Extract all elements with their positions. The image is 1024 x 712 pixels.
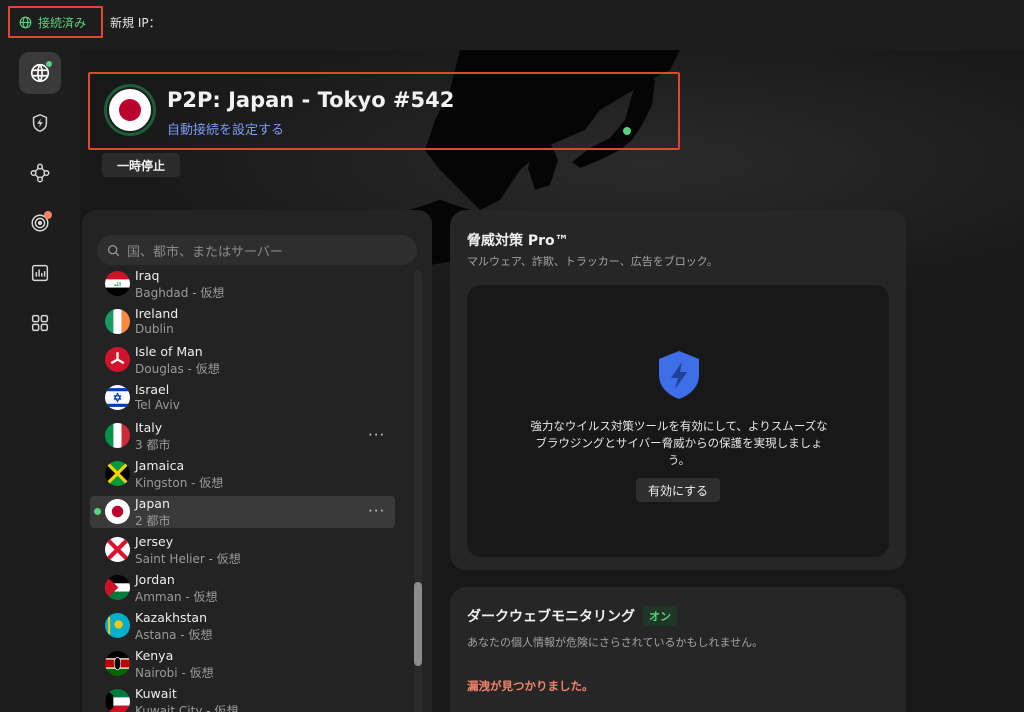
connected-server-title: P2P: Japan - Tokyo #542 bbox=[167, 88, 455, 112]
country-sub: Amman - 仮想 bbox=[135, 590, 218, 604]
country-name: Kenya bbox=[135, 648, 174, 663]
country-name: Jamaica bbox=[135, 458, 185, 473]
country-sub: Douglas - 仮想 bbox=[135, 362, 220, 376]
country-name: Jersey bbox=[135, 534, 174, 549]
italy-flag-icon bbox=[105, 423, 130, 448]
country-row-kenya[interactable]: Kenya Nairobi - 仮想 bbox=[90, 648, 395, 680]
sidebar-item-stats[interactable] bbox=[19, 252, 61, 294]
country-sub: Astana - 仮想 bbox=[135, 628, 213, 642]
country-sub: Tel Aviv bbox=[135, 398, 180, 412]
kuwait-flag-icon bbox=[105, 689, 130, 712]
country-sub: Nairobi - 仮想 bbox=[135, 666, 214, 680]
country-row-jamaica[interactable]: Jamaica Kingston - 仮想 bbox=[90, 458, 395, 490]
new-ip-display: 新規 IP： bbox=[110, 14, 161, 31]
country-sub: 3 都市 bbox=[135, 438, 171, 452]
status-badge: オン bbox=[643, 606, 677, 626]
country-row-jordan[interactable]: Jordan Amman - 仮想 bbox=[90, 572, 395, 604]
server-search-input[interactable]: 国、都市、またはサーバー bbox=[97, 235, 417, 265]
search-placeholder: 国、都市、またはサーバー bbox=[127, 244, 283, 260]
country-row-israel[interactable]: Israel Tel Aviv bbox=[90, 382, 395, 414]
country-sub: Baghdad - 仮想 bbox=[135, 286, 225, 300]
stats-icon bbox=[31, 264, 49, 282]
pause-button[interactable]: 一時停止 bbox=[102, 153, 180, 177]
country-name: Israel bbox=[135, 382, 170, 397]
new-ip-label: 新規 IP： bbox=[110, 16, 161, 30]
sidebar-item-apps[interactable] bbox=[19, 302, 61, 344]
sidebar-item-dark-web-monitor[interactable] bbox=[19, 202, 61, 244]
connection-status-chip[interactable]: 接続済み bbox=[8, 6, 103, 38]
meshnet-icon bbox=[30, 163, 50, 183]
japan-flag-icon bbox=[104, 84, 156, 136]
ireland-flag-icon bbox=[105, 309, 130, 334]
threat-protection-title: 脅威対策 Pro™ bbox=[467, 233, 569, 249]
sidebar-item-vpn[interactable] bbox=[19, 52, 61, 94]
search-icon bbox=[107, 244, 120, 256]
dark-web-monitor-header: ダークウェブモニタリング オン bbox=[467, 606, 677, 626]
country-name: Kuwait bbox=[135, 686, 177, 701]
dark-web-monitor-card[interactable]: ダークウェブモニタリング オン あなたの個人情報が危険にさらされているかもしれま… bbox=[450, 587, 906, 712]
sidebar-item-meshnet[interactable] bbox=[19, 152, 61, 194]
connected-server-card: P2P: Japan - Tokyo #542 自動接続を設定する bbox=[88, 72, 680, 150]
svg-text:الله: الله bbox=[114, 282, 122, 288]
connected-badge bbox=[45, 60, 53, 68]
country-sub: 2 都市 bbox=[135, 514, 171, 528]
shield-bolt-icon bbox=[659, 351, 699, 399]
jersey-flag-icon bbox=[105, 537, 130, 562]
threat-protection-card: 脅威対策 Pro™ マルウェア、詐欺、トラッカー、広告をブロック。 強力なウイル… bbox=[450, 210, 906, 570]
threat-protection-promo: 強力なウイルス対策ツールを有効にして、よりスムーズなブラウジングとサイバー脅威か… bbox=[467, 285, 889, 557]
country-row-kuwait[interactable]: Kuwait Kuwait City - 仮想 bbox=[90, 686, 395, 712]
threat-protection-description: マルウェア、詐欺、トラッカー、広告をブロック。 bbox=[467, 255, 718, 268]
kazakhstan-flag-icon bbox=[105, 613, 130, 638]
country-name: Isle of Man bbox=[135, 344, 203, 359]
apps-grid-icon bbox=[31, 314, 49, 332]
connection-status-text: 接続済み bbox=[38, 15, 87, 30]
israel-flag-icon bbox=[105, 385, 130, 410]
country-sub: Kuwait City - 仮想 bbox=[135, 704, 239, 712]
more-options-icon[interactable]: ··· bbox=[368, 502, 385, 520]
country-row-isle-of-man[interactable]: Isle of Man Douglas - 仮想 bbox=[90, 344, 395, 376]
shield-bolt-icon bbox=[32, 113, 48, 133]
country-name: Japan bbox=[135, 496, 170, 511]
list-scrollbar-thumb[interactable] bbox=[414, 582, 422, 666]
country-sub: Kingston - 仮想 bbox=[135, 476, 224, 490]
kenya-flag-icon bbox=[105, 651, 130, 676]
country-name: Kazakhstan bbox=[135, 610, 208, 625]
alert-badge bbox=[44, 211, 52, 219]
enable-threat-protection-button[interactable]: 有効にする bbox=[636, 478, 720, 502]
top-bar: 接続済み 新規 IP： bbox=[0, 0, 1024, 50]
more-options-icon[interactable]: ··· bbox=[368, 426, 385, 444]
country-name: Jordan bbox=[135, 572, 175, 587]
threat-protection-body: 強力なウイルス対策ツールを有効にして、よりスムーズなブラウジングとサイバー脅威か… bbox=[530, 419, 828, 467]
dark-web-monitor-description: あなたの個人情報が危険にさらされているかもしれません。 bbox=[467, 636, 764, 649]
dark-web-monitor-title: ダークウェブモニタリング bbox=[467, 609, 635, 625]
server-list-panel: 国、都市、またはサーバー الله Iraq Baghdad - 仮想 Irel… bbox=[82, 210, 432, 712]
country-name: Italy bbox=[135, 420, 163, 435]
country-list: الله Iraq Baghdad - 仮想 Ireland Dublin Is bbox=[82, 265, 422, 712]
country-row-jersey[interactable]: Jersey Saint Helier - 仮想 bbox=[90, 534, 395, 566]
country-sub: Dublin bbox=[135, 322, 174, 336]
japan-flag-icon bbox=[105, 499, 130, 524]
globe-icon bbox=[19, 16, 32, 28]
sidebar-item-threat-protection[interactable] bbox=[19, 102, 61, 144]
connected-indicator bbox=[94, 508, 101, 515]
breach-alert-text: 漏洩が見つかりました。 bbox=[467, 679, 594, 693]
country-row-kazakhstan[interactable]: Kazakhstan Astana - 仮想 bbox=[90, 610, 395, 642]
jamaica-flag-icon bbox=[105, 461, 130, 486]
country-row-ireland[interactable]: Ireland Dublin bbox=[90, 306, 395, 338]
country-sub: Saint Helier - 仮想 bbox=[135, 552, 241, 566]
country-name: Ireland bbox=[135, 306, 179, 321]
country-row-italy[interactable]: Italy 3 都市 ··· bbox=[90, 420, 395, 452]
sidebar bbox=[0, 50, 80, 712]
isle-of-man-flag-icon bbox=[105, 347, 130, 372]
iraq-flag-icon: الله bbox=[105, 271, 130, 296]
country-name: Iraq bbox=[135, 268, 160, 283]
country-row-japan[interactable]: Japan 2 都市 ··· bbox=[90, 496, 395, 528]
country-row-iraq[interactable]: الله Iraq Baghdad - 仮想 bbox=[90, 268, 395, 300]
autoconnect-link[interactable]: 自動接続を設定する bbox=[167, 119, 284, 138]
jordan-flag-icon bbox=[105, 575, 130, 600]
main-area: P2P: Japan - Tokyo #542 自動接続を設定する 一時停止 国… bbox=[80, 50, 1024, 712]
